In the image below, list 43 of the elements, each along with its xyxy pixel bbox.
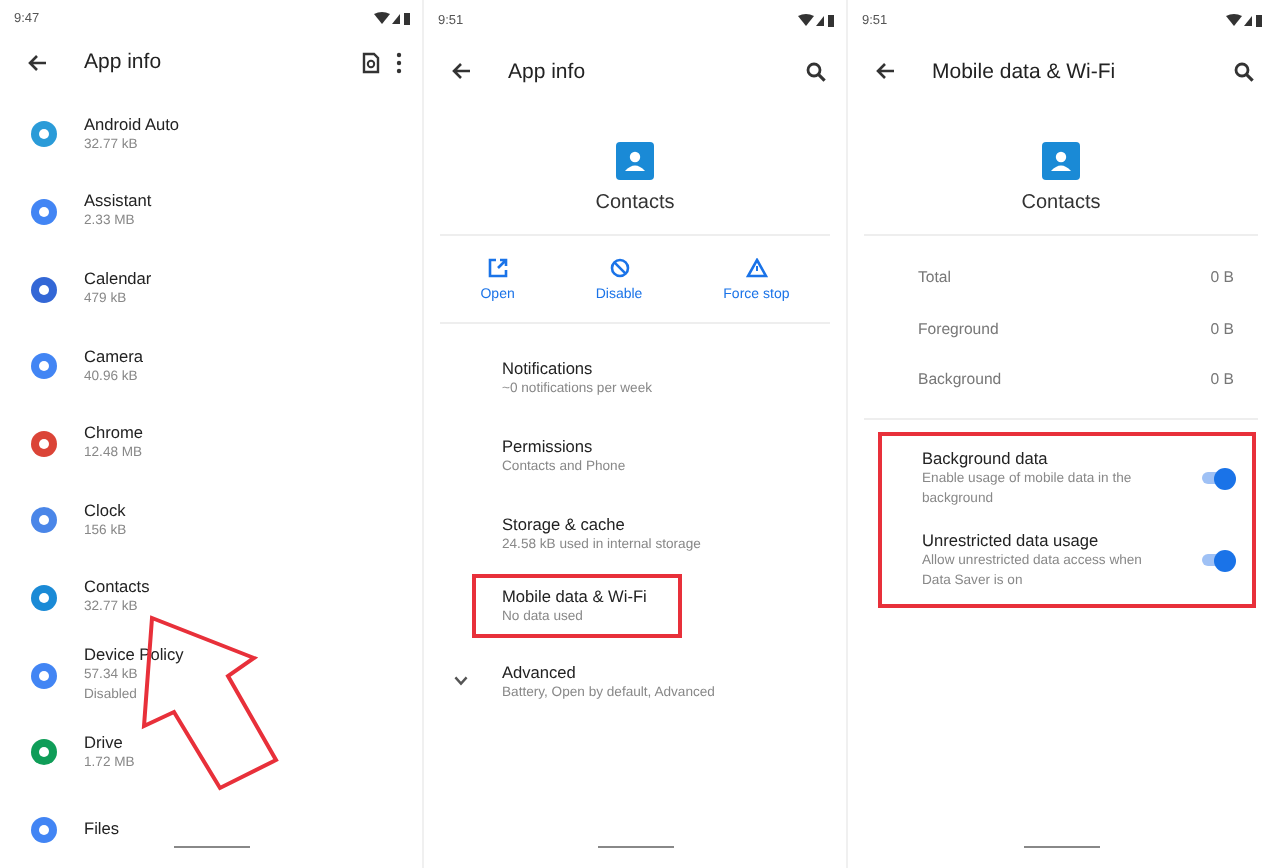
document-search-icon[interactable] — [362, 51, 380, 74]
status-icons — [374, 11, 410, 26]
home-indicator[interactable] — [173, 845, 249, 848]
back-arrow-icon[interactable] — [452, 62, 472, 80]
open-external-icon — [487, 258, 508, 278]
home-indicator[interactable] — [1023, 845, 1099, 848]
toggle-switch[interactable] — [1202, 472, 1230, 484]
app-name: Contacts — [595, 192, 675, 214]
more-options-icon[interactable] — [396, 51, 402, 74]
toggle-switch[interactable] — [1202, 554, 1230, 566]
search-icon[interactable] — [1234, 61, 1254, 81]
contacts-app-icon — [616, 142, 654, 180]
app-name: Chrome — [84, 422, 144, 445]
app-name: Assistant — [84, 190, 152, 213]
app-name: Files — [84, 818, 120, 841]
search-icon[interactable] — [806, 61, 826, 81]
screen-title: App info — [84, 50, 164, 75]
setting-title: Advanced — [502, 662, 578, 684]
app-name: Calendar — [84, 268, 152, 291]
app-name: Camera — [84, 345, 144, 368]
app-name: Clock — [84, 499, 127, 522]
toggle-title: Background data — [922, 447, 1050, 469]
contacts-app-icon — [1042, 142, 1080, 180]
setting-title: Notifications — [502, 358, 595, 380]
app-list-item[interactable]: Files — [0, 790, 422, 868]
status-icons — [1226, 14, 1262, 28]
setting-title: Storage & cache — [502, 514, 627, 536]
block-icon — [609, 258, 629, 278]
app-name: Drive — [84, 731, 125, 754]
app-name: Contacts — [1021, 192, 1101, 214]
screen-title: Mobile data & Wi-Fi — [932, 59, 1118, 83]
toggle-title: Unrestricted data usage — [922, 529, 1101, 551]
warning-icon — [745, 258, 768, 278]
app-name: Contacts — [84, 576, 150, 599]
back-arrow-icon[interactable] — [876, 62, 896, 80]
home-indicator[interactable] — [597, 845, 673, 848]
app-name: Android Auto — [84, 113, 180, 136]
status-icons — [798, 14, 834, 28]
screen-title: App info — [508, 59, 588, 83]
setting-title: Mobile data & Wi-Fi — [502, 585, 647, 607]
setting-title: Permissions — [502, 436, 595, 458]
back-arrow-icon[interactable] — [28, 53, 48, 72]
chevron-down-icon — [454, 676, 468, 686]
